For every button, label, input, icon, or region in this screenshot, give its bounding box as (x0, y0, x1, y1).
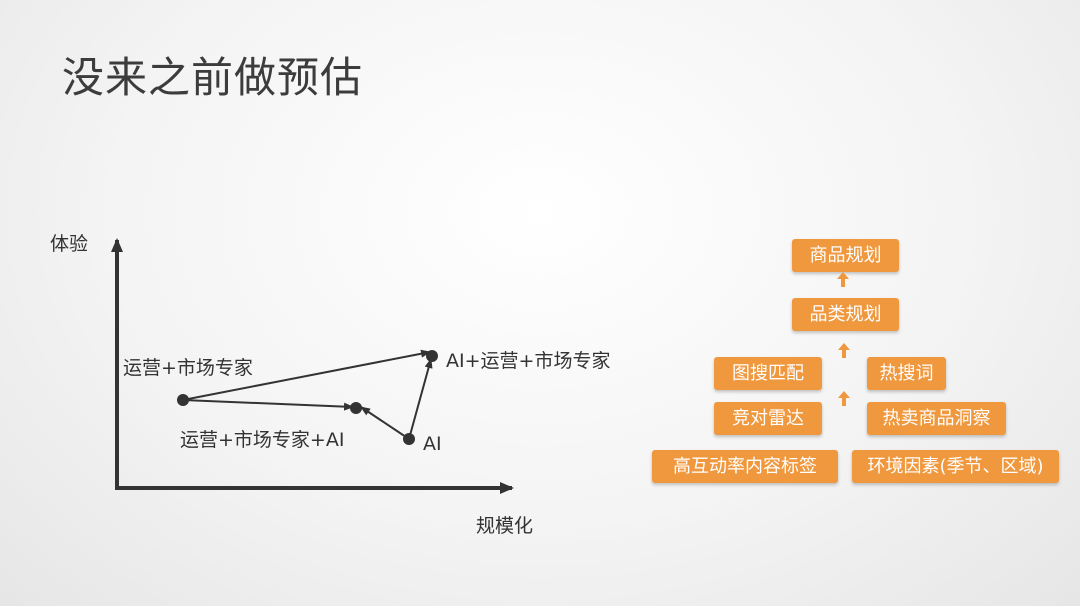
box-high-engagement-tags: 高互动率内容标签 (652, 450, 838, 483)
point-ai-ops-market-expert (426, 350, 438, 362)
y-axis-label: 体验 (50, 233, 89, 255)
label-ai-ops-market-expert: AI+运营+市场专家 (446, 350, 611, 372)
experience-scale-diagram (111, 238, 514, 494)
label-ai: AI (423, 433, 442, 455)
box-image-search-match: 图搜匹配 (714, 357, 822, 390)
x-axis-label: 规模化 (476, 515, 534, 537)
up-arrow-icon (838, 343, 850, 358)
point-ops-market-expert-ai (350, 402, 362, 414)
arrow-ops-to-ops-ai (182, 399, 354, 411)
up-arrow-icon (837, 272, 849, 287)
arrow-ai-to-ai-ops (408, 358, 433, 440)
up-arrow-icon (838, 391, 850, 406)
point-ops-market-expert (177, 394, 189, 406)
box-product-planning: 商品规划 (792, 239, 899, 272)
label-ops-market-expert-ai: 运营+市场专家+AI (180, 429, 345, 451)
box-competitor-radar: 竞对雷达 (714, 402, 822, 435)
label-ops-market-expert: 运营+市场专家 (123, 357, 253, 379)
box-bestseller-insight: 热卖商品洞察 (867, 402, 1006, 435)
box-category-planning: 品类规划 (792, 298, 899, 331)
box-environment-factors: 环境因素(季节、区域) (852, 450, 1059, 483)
box-hot-search-terms: 热搜词 (867, 357, 946, 390)
point-ai (403, 433, 415, 445)
arrow-ai-to-ops-ai (360, 406, 410, 440)
